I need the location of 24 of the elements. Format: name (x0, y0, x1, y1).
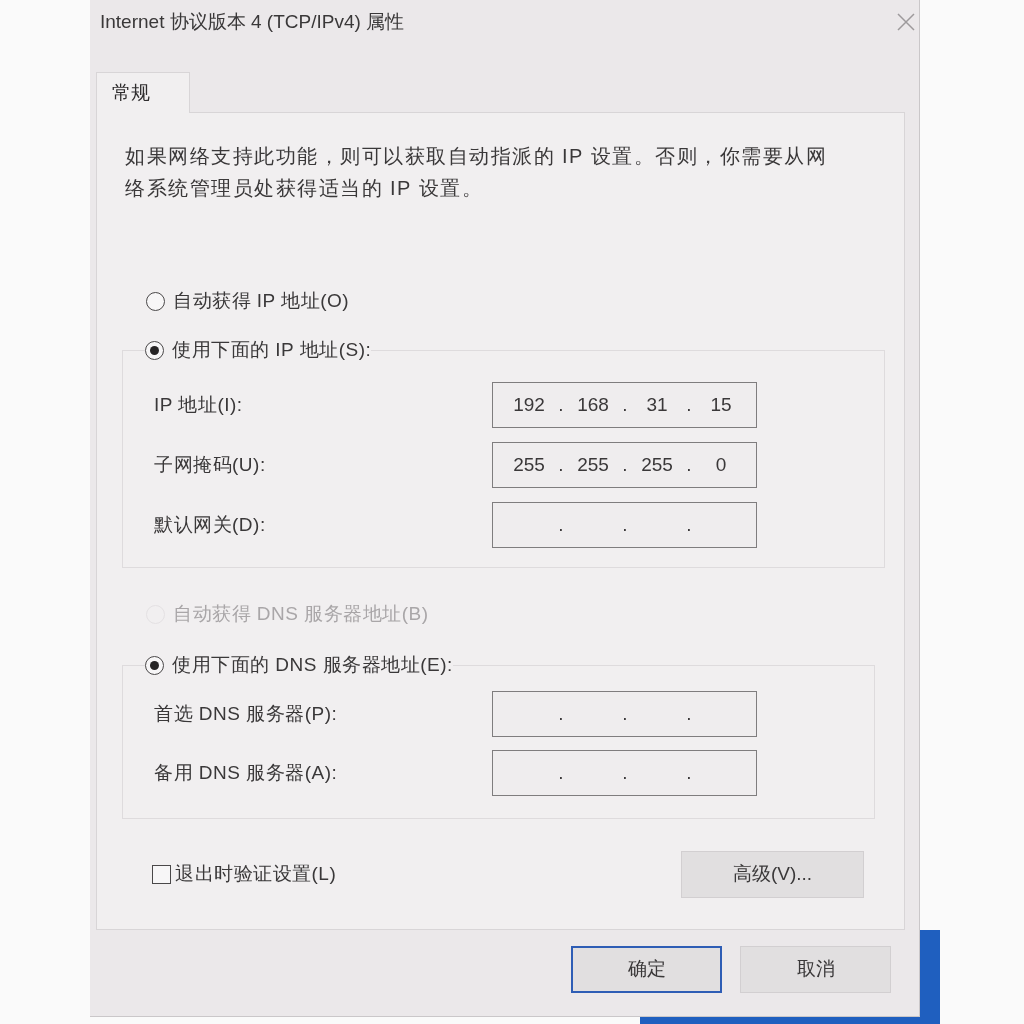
advanced-button[interactable]: 高级(V)... (681, 851, 864, 898)
radio-option[interactable]: 使用下面的 DNS 服务器地址(E): (145, 650, 453, 680)
radio-icon[interactable] (145, 340, 164, 360)
window-title: Internet 协议版本 4 (TCP/IPv4) 属性 (100, 9, 405, 34)
radio-option[interactable]: 自动获得 IP 地址(O) (146, 286, 350, 316)
radio-icon[interactable] (146, 291, 165, 311)
dialog-button[interactable]: 取消 (740, 946, 891, 993)
checkbox-icon[interactable] (152, 865, 171, 884)
dialog-button[interactable]: 确定 (571, 946, 722, 993)
field-label: 子网掩码(U): (154, 453, 266, 475)
ip-address-field[interactable]: . . . (492, 502, 757, 548)
radio-option[interactable]: 使用下面的 IP 地址(S): (145, 335, 372, 365)
description-text: 如果网络支持此功能，则可以获取自动指派的 IP 设置。否则，你需要从网络系统管理员处获得适当的 IP 设置。 (125, 144, 829, 201)
ip-address-field[interactable]: 192 . 168 . 31 . 15 (492, 382, 757, 428)
ip-address-field[interactable]: . . . (492, 691, 757, 737)
field-label: 备用 DNS 服务器(A): (154, 761, 338, 783)
field-label: 默认网关(D): (154, 513, 266, 535)
field-label: IP 地址(I): (154, 393, 243, 415)
radio-icon[interactable] (145, 655, 164, 675)
ip-address-field[interactable]: . . . (492, 750, 757, 796)
checkbox-option[interactable]: 退出时验证设置(L) (152, 860, 337, 889)
field-label: 首选 DNS 服务器(P): (154, 702, 338, 724)
ip-address-field[interactable]: 255 . 255 . 255 . 0 (492, 442, 757, 488)
tab[interactable]: 常规 (96, 72, 190, 113)
